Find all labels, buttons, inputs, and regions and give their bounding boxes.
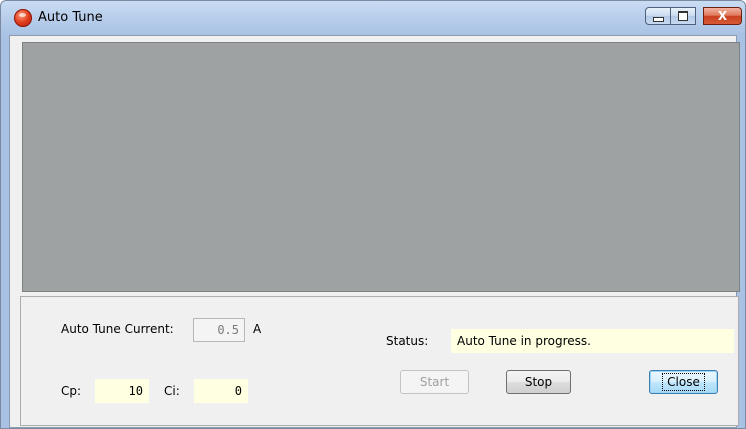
caption-buttons: X — [645, 7, 742, 27]
close-button-label: Close — [662, 373, 705, 391]
cp-label: Cp: — [61, 384, 82, 398]
app-logo-icon — [14, 9, 32, 27]
stop-button[interactable]: Stop — [506, 370, 571, 394]
title-bar[interactable]: Auto Tune X — [1, 1, 745, 35]
cp-field[interactable]: 10 — [95, 379, 149, 403]
tuning-plot-area — [22, 42, 740, 292]
minimize-button[interactable] — [645, 7, 671, 25]
ci-field[interactable]: 0 — [194, 379, 248, 403]
status-label: Status: — [386, 334, 429, 348]
window-client-area: Auto Tune Current: 0.5 A Status: Auto Tu… — [9, 35, 740, 428]
minimize-icon — [652, 16, 664, 22]
maximize-button[interactable] — [670, 7, 696, 25]
close-icon: X — [717, 9, 728, 23]
auto-tune-current-field: 0.5 — [193, 318, 245, 342]
auto-tune-current-unit: A — [253, 322, 262, 336]
close-window-button[interactable]: X — [703, 7, 742, 25]
auto-tune-current-label: Auto Tune Current: — [61, 322, 174, 336]
settings-panel: Auto Tune Current: 0.5 A Status: Auto Tu… — [20, 296, 739, 426]
auto-tune-window: Auto Tune X Auto Tune Current: 0.5 A Sta… — [0, 0, 746, 429]
ci-label: Ci: — [164, 384, 180, 398]
start-button[interactable]: Start — [400, 370, 469, 394]
maximize-icon — [678, 11, 688, 21]
close-button[interactable]: Close — [649, 370, 718, 394]
status-field: Auto Tune in progress. — [451, 329, 734, 353]
window-title: Auto Tune — [38, 10, 103, 25]
